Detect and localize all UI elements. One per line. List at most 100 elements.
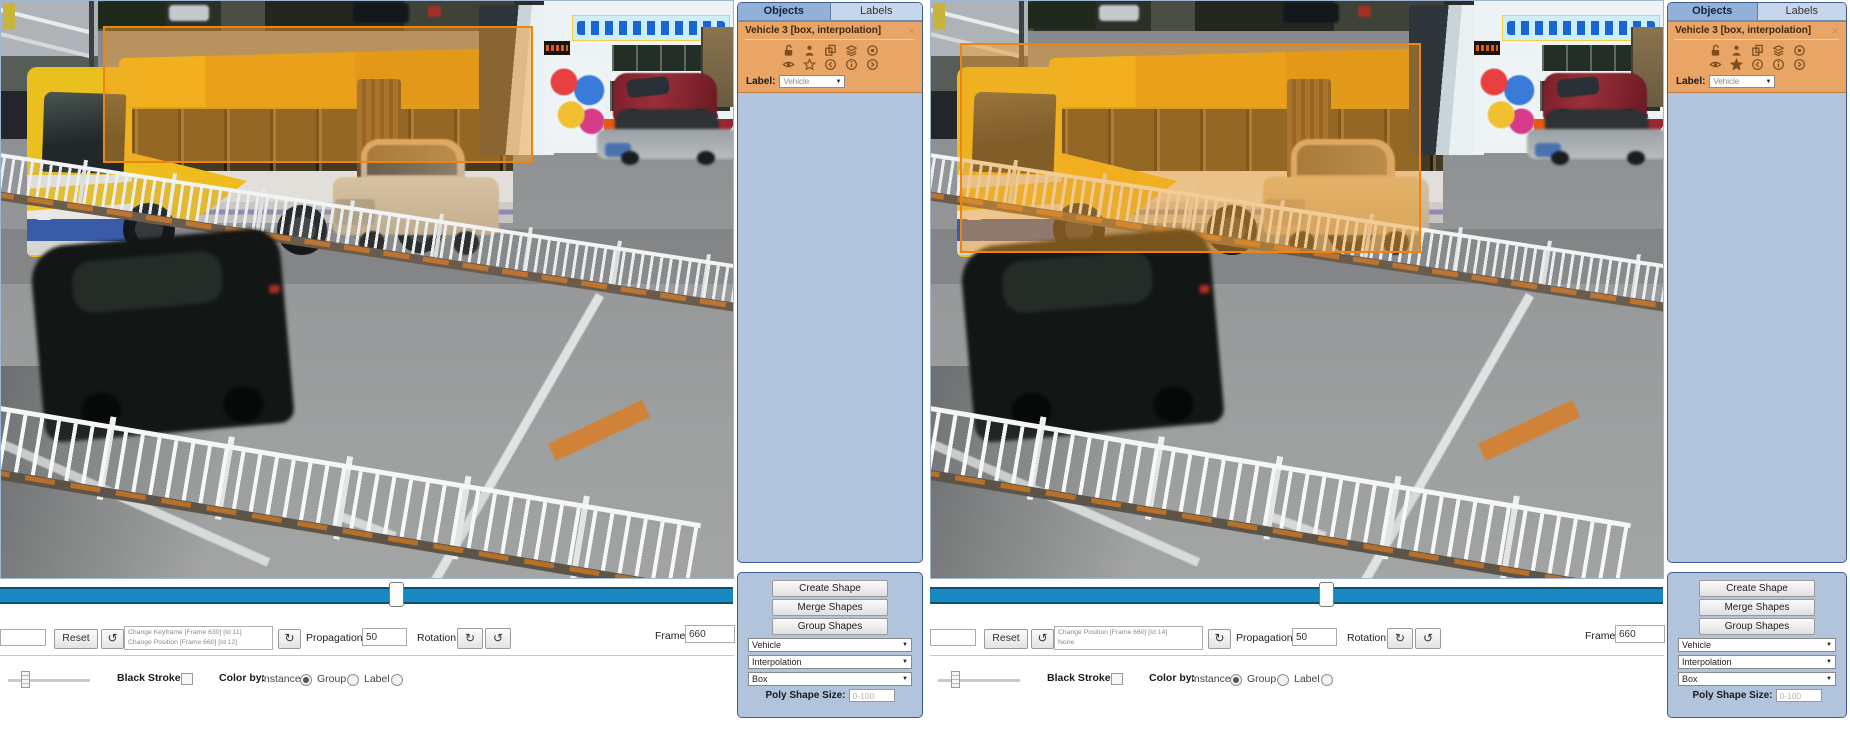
undo-icon[interactable]: ↺ (101, 629, 124, 649)
lock-icon[interactable] (1709, 44, 1722, 57)
gray-car-wheel (621, 151, 639, 165)
object-title: Vehicle 3 [box, interpolation] (1675, 25, 1811, 36)
merge-shapes-button[interactable]: Merge Shapes (772, 599, 888, 616)
group-shapes-button[interactable]: Group Shapes (1699, 618, 1815, 635)
shape-type-select[interactable]: Box ▼ (748, 672, 912, 686)
tab-labels[interactable]: Labels (831, 3, 923, 20)
background-red-detail (428, 6, 441, 17)
copy-icon[interactable] (1751, 44, 1764, 57)
prev-keyframe-icon[interactable] (1751, 58, 1764, 71)
occluded-icon[interactable] (1730, 44, 1743, 57)
chevron-down-icon: ▼ (836, 79, 842, 85)
poly-shape-size-input[interactable] (849, 689, 895, 702)
copy-icon[interactable] (824, 44, 837, 57)
annotation-mode-select[interactable]: Interpolation ▼ (748, 655, 912, 669)
vehicle-bounding-box[interactable] (103, 26, 533, 163)
appearance-slider-handle[interactable] (21, 671, 30, 688)
background-car-dark (1283, 3, 1339, 23)
occluded-icon[interactable] (803, 44, 816, 57)
create-shape-button[interactable]: Create Shape (1699, 580, 1815, 597)
next-keyframe-icon[interactable] (866, 58, 879, 71)
frame-number-input[interactable] (685, 625, 735, 643)
close-icon[interactable]: × (907, 26, 915, 36)
undo-icon[interactable]: ↺ (1031, 629, 1054, 649)
annotation-mode-select[interactable]: Interpolation ▼ (1678, 655, 1836, 669)
object-label-select[interactable]: Vehicle ▼ (1709, 75, 1775, 88)
keyframe-star-icon[interactable] (803, 58, 816, 71)
color-by-label-radio[interactable] (391, 674, 403, 686)
tab-objects[interactable]: Objects (1668, 3, 1758, 20)
propagation-input[interactable] (1292, 628, 1337, 646)
black-stroke-label: Black Stroke: (1047, 672, 1114, 684)
rotate-counterclockwise-icon[interactable]: ↺ (485, 628, 511, 649)
doubledecker-led-sign (544, 41, 570, 55)
player-progress-track[interactable] (930, 587, 1663, 604)
footbridge-sign (933, 3, 945, 29)
visibility-eye-icon[interactable] (1709, 58, 1722, 71)
annotation-mode-value: Interpolation (1682, 657, 1732, 667)
divider (745, 39, 915, 40)
black-stroke-checkbox[interactable] (1111, 673, 1123, 685)
create-shape-button[interactable]: Create Shape (772, 580, 888, 597)
reset-button[interactable]: Reset (54, 629, 98, 649)
poly-shape-size-label: Poly Shape Size: (1692, 690, 1772, 701)
annotation-canvas[interactable] (0, 0, 734, 579)
redo-icon[interactable]: ↻ (1208, 629, 1231, 649)
info-icon[interactable] (845, 58, 858, 71)
poly-shape-size-input[interactable] (1776, 689, 1822, 702)
group-shapes-button[interactable]: Group Shapes (772, 618, 888, 635)
chevron-down-icon: ▼ (1826, 676, 1832, 682)
visibility-eye-icon[interactable] (782, 58, 795, 71)
left-annotation-workspace: Reset ↺ Change Keyframe [Frame 630] [Id … (0, 0, 925, 730)
frame-label: Frame (1585, 630, 1615, 642)
black-stroke-checkbox[interactable] (181, 673, 193, 685)
undo-redo-history: Change Keyframe [Frame 630] [Id 11] Chan… (124, 626, 273, 650)
color-by-instance-radio[interactable] (1230, 674, 1242, 686)
gray-car-wheel (1627, 151, 1645, 165)
filter-input[interactable] (0, 629, 46, 646)
annotation-canvas[interactable] (930, 0, 1664, 579)
target-icon[interactable] (1793, 44, 1806, 57)
color-by-group-radio[interactable] (347, 674, 359, 686)
label-type-select[interactable]: Vehicle ▼ (748, 638, 912, 652)
rotate-clockwise-icon[interactable]: ↻ (457, 628, 483, 649)
color-by-label-radio[interactable] (1321, 674, 1333, 686)
object-card[interactable]: Vehicle 3 [box, interpolation] × Label: (738, 21, 922, 93)
target-icon[interactable] (866, 44, 879, 57)
object-card[interactable]: Vehicle 3 [box, interpolation] × Label: (1668, 21, 1846, 93)
player-progress-handle[interactable] (389, 582, 404, 607)
player-progress-track[interactable] (0, 587, 733, 604)
tab-objects[interactable]: Objects (738, 3, 831, 20)
color-by-group-radio[interactable] (1277, 674, 1289, 686)
rotation-label: Rotation (1347, 632, 1386, 644)
filter-input[interactable] (930, 629, 976, 646)
rotate-counterclockwise-icon[interactable]: ↺ (1415, 628, 1441, 649)
appearance-slider-handle[interactable] (951, 671, 960, 688)
background-red-detail (1358, 6, 1371, 17)
undo-redo-history: Change Position [Frame 660] [Id 14] None (1054, 626, 1203, 650)
info-icon[interactable] (1772, 58, 1785, 71)
label-caption: Label: (746, 76, 775, 87)
redo-icon[interactable]: ↻ (278, 629, 301, 649)
reset-button[interactable]: Reset (984, 629, 1028, 649)
layers-icon[interactable] (1772, 44, 1785, 57)
object-label-select[interactable]: Vehicle ▼ (779, 75, 845, 88)
rotate-clockwise-icon[interactable]: ↻ (1387, 628, 1413, 649)
next-keyframe-icon[interactable] (1793, 58, 1806, 71)
frame-number-input[interactable] (1615, 625, 1665, 643)
player-progress-handle[interactable] (1319, 582, 1334, 607)
propagation-input[interactable] (362, 628, 407, 646)
lock-icon[interactable] (782, 44, 795, 57)
merge-shapes-button[interactable]: Merge Shapes (1699, 599, 1815, 616)
label-type-select[interactable]: Vehicle ▼ (1678, 638, 1836, 652)
prev-keyframe-icon[interactable] (824, 58, 837, 71)
shape-type-select[interactable]: Box ▼ (1678, 672, 1836, 686)
history-line: None (1058, 638, 1199, 648)
suv-taillight (1199, 285, 1210, 294)
vehicle-bounding-box[interactable] (960, 43, 1421, 253)
keyframe-star-icon[interactable] (1730, 58, 1743, 71)
layers-icon[interactable] (845, 44, 858, 57)
close-icon[interactable]: × (1831, 26, 1839, 36)
tab-labels[interactable]: Labels (1758, 3, 1847, 20)
color-by-instance-radio[interactable] (300, 674, 312, 686)
